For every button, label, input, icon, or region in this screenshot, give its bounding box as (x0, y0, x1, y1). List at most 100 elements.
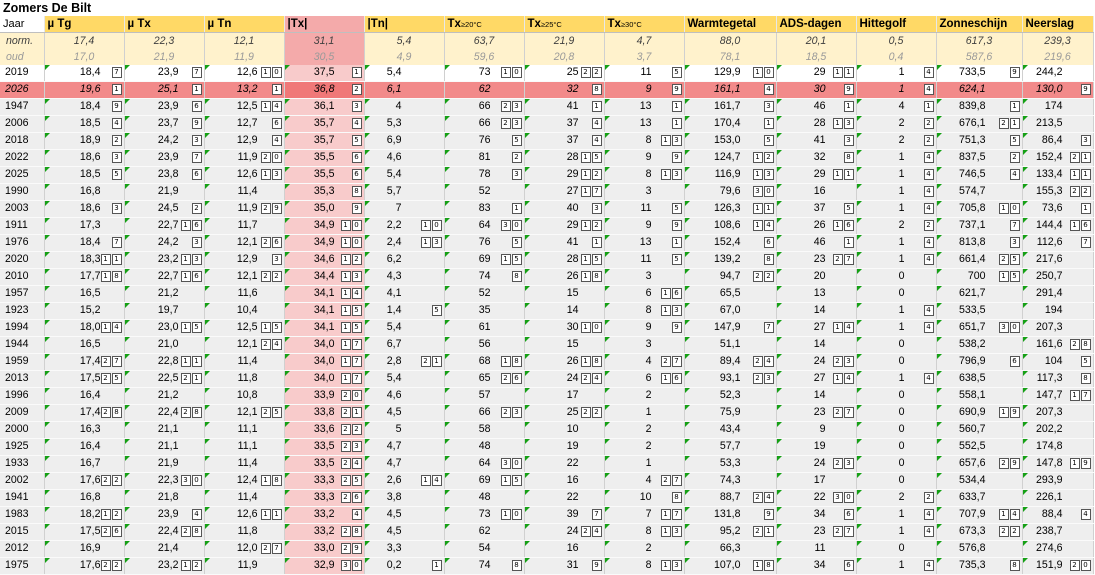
cell-tg[interactable]: 18,0 1 4 (44, 319, 125, 337)
header-tx30[interactable]: Tx≥30°C (604, 16, 685, 33)
cell-tnmin[interactable]: 4,5 (364, 523, 445, 541)
cell-tn[interactable]: 10,8 (204, 387, 285, 405)
cell-tx30[interactable]: 2 (604, 438, 685, 456)
cell-hittegolf[interactable]: 22 (856, 217, 937, 235)
oud-tx[interactable]: 21,9 (124, 49, 205, 65)
cell-warm[interactable]: 75,9 (684, 404, 777, 422)
cell-tg[interactable]: 15,2 (44, 302, 125, 320)
cell-tx25[interactable]: 39 7 (524, 506, 605, 524)
cell-txmax[interactable]: 33,3 2 5 (284, 472, 365, 490)
header-tnmin[interactable]: |Tn| (364, 16, 445, 33)
cell-tx30[interactable]: 717 (604, 506, 685, 524)
cell-tn[interactable]: 12,6 1 1 (204, 506, 285, 524)
cell-tnmin[interactable]: 4,3 (364, 268, 445, 286)
cell-tx20[interactable]: 64 3 0 (444, 455, 525, 473)
cell-tx25[interactable]: 17 (524, 387, 605, 405)
year-label[interactable]: 2025 (0, 166, 45, 184)
header-hittegolf[interactable]: Hittegolf (856, 16, 937, 33)
cell-zon[interactable]: 796,9 6 (936, 353, 1023, 371)
cell-tn[interactable]: 11,4 (204, 183, 285, 201)
norm-neerslag[interactable]: 239,3 (1022, 32, 1094, 49)
cell-zon[interactable]: 813,8 3 (936, 234, 1023, 252)
cell-txmax[interactable]: 35,7 5 (284, 132, 365, 150)
cell-tx25[interactable]: 28 1 5 (524, 251, 605, 269)
cell-neerslag[interactable]: 117,3 8 (1022, 370, 1094, 388)
cell-txmax[interactable]: 32,9 3 0 (284, 557, 365, 575)
cell-warm[interactable]: 153,0 5 (684, 132, 777, 150)
cell-txmax[interactable]: 34,0 1 7 (284, 370, 365, 388)
cell-tx[interactable]: 21,9 (124, 183, 205, 201)
cell-tx20[interactable]: 35 (444, 302, 525, 320)
header-tn[interactable]: µ Tn (204, 16, 285, 33)
cell-warm[interactable]: 65,5 (684, 285, 777, 303)
cell-hittegolf[interactable]: 14 (856, 251, 937, 269)
cell-tg[interactable]: 18,6 3 (44, 200, 125, 218)
cell-tx25[interactable]: 22 (524, 489, 605, 507)
cell-zon[interactable]: 560,7 (936, 421, 1023, 439)
cell-zon[interactable]: 737,1 7 (936, 217, 1023, 235)
cell-tg[interactable]: 17,5 2 6 (44, 523, 125, 541)
cell-tg[interactable]: 16,5 (44, 336, 125, 354)
cell-tx25[interactable]: 25 2 2 (524, 65, 605, 82)
cell-tx30[interactable]: 99 (604, 217, 685, 235)
cell-hittegolf[interactable]: 14 (856, 523, 937, 541)
oud-neerslag[interactable]: 219,6 (1022, 49, 1094, 65)
cell-warm[interactable]: 95,2 2 1 (684, 523, 777, 541)
cell-zon[interactable]: 673,3 2 2 (936, 523, 1023, 541)
cell-tnmin[interactable]: 5,4 (364, 370, 445, 388)
norm-ads[interactable]: 20,1 (776, 32, 857, 49)
cell-ads[interactable]: 11 (776, 540, 857, 558)
cell-tnmin[interactable]: 2,4 1 3 (364, 234, 445, 252)
oud-zon[interactable]: 587,6 (936, 49, 1023, 65)
cell-neerslag[interactable]: 291,4 (1022, 285, 1094, 303)
cell-ads[interactable]: 29 1 1 (776, 65, 857, 82)
cell-tx25[interactable]: 26 1 8 (524, 353, 605, 371)
cell-zon[interactable]: 534,4 (936, 472, 1023, 490)
cell-txmax[interactable]: 33,5 2 3 (284, 438, 365, 456)
cell-tx20[interactable]: 56 (444, 336, 525, 354)
cell-hittegolf[interactable]: 0 (856, 285, 937, 303)
cell-tx[interactable]: 22,4 2 8 (124, 404, 205, 422)
cell-neerslag[interactable]: 244,2 (1022, 65, 1094, 82)
cell-warm[interactable]: 53,3 (684, 455, 777, 473)
cell-tx30[interactable]: 99 (604, 149, 685, 167)
cell-txmax[interactable]: 36,8 2 (284, 81, 365, 99)
cell-tg[interactable]: 16,8 (44, 489, 125, 507)
cell-zon[interactable]: 661,4 2 5 (936, 251, 1023, 269)
cell-warm[interactable]: 147,9 7 (684, 319, 777, 337)
cell-hittegolf[interactable]: 0 (856, 336, 937, 354)
year-label[interactable]: 1957 (0, 285, 45, 303)
cell-zon[interactable]: 690,9 1 9 (936, 404, 1023, 422)
cell-tg[interactable]: 16,9 (44, 540, 125, 558)
cell-ads[interactable]: 16 (776, 183, 857, 201)
cell-tn[interactable]: 12,1 2 4 (204, 336, 285, 354)
cell-warm[interactable]: 93,1 2 3 (684, 370, 777, 388)
year-label[interactable]: 1933 (0, 455, 45, 473)
cell-tg[interactable]: 17,3 (44, 217, 125, 235)
cell-ads[interactable]: 27 1 4 (776, 370, 857, 388)
cell-hittegolf[interactable]: 22 (856, 132, 937, 150)
cell-tg[interactable]: 19,6 1 (44, 81, 125, 99)
cell-tnmin[interactable]: 4,6 (364, 387, 445, 405)
cell-neerslag[interactable]: 250,7 (1022, 268, 1094, 286)
cell-neerslag[interactable]: 73,6 1 (1022, 200, 1094, 218)
norm-tn[interactable]: 12,1 (204, 32, 285, 49)
cell-ads[interactable]: 34 6 (776, 557, 857, 575)
cell-tnmin[interactable]: 6,7 (364, 336, 445, 354)
cell-tn[interactable]: 11,4 (204, 455, 285, 473)
cell-txmax[interactable]: 35,5 6 (284, 149, 365, 167)
cell-ads[interactable]: 22 3 0 (776, 489, 857, 507)
cell-ads[interactable]: 14 (776, 387, 857, 405)
cell-neerslag[interactable]: 202,2 (1022, 421, 1094, 439)
cell-neerslag[interactable]: 217,6 (1022, 251, 1094, 269)
cell-txmax[interactable]: 35,3 8 (284, 183, 365, 201)
cell-tx20[interactable]: 64 3 0 (444, 217, 525, 235)
cell-tnmin[interactable]: 5,4 (364, 166, 445, 184)
cell-tnmin[interactable]: 6,9 (364, 132, 445, 150)
cell-ads[interactable]: 23 2 7 (776, 523, 857, 541)
cell-ads[interactable]: 34 6 (776, 506, 857, 524)
cell-neerslag[interactable]: 155,3 2 2 (1022, 183, 1094, 201)
cell-zon[interactable]: 705,8 1 0 (936, 200, 1023, 218)
cell-neerslag[interactable]: 112,6 7 (1022, 234, 1094, 252)
cell-ads[interactable]: 23 2 7 (776, 404, 857, 422)
